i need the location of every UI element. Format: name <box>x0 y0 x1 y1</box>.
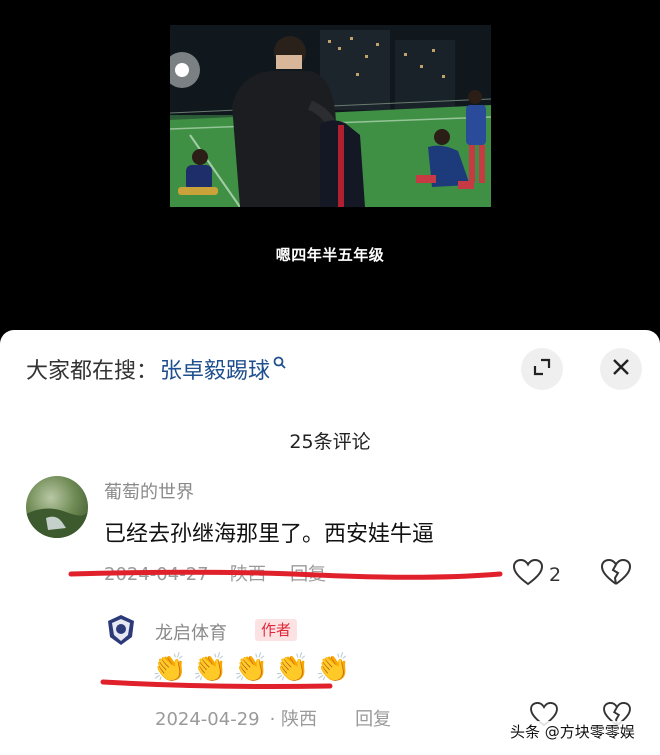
expand-icon <box>531 356 553 382</box>
reply-username[interactable]: 龙启体育 <box>155 619 227 645</box>
heart-icon <box>512 558 544 590</box>
search-icon[interactable] <box>273 354 286 373</box>
close-button[interactable] <box>600 348 642 390</box>
reply-reply-button[interactable]: 回复 <box>355 709 391 730</box>
video-scene <box>170 25 491 207</box>
trending-search-prefix: 大家都在搜： <box>26 359 159 384</box>
video-frame[interactable] <box>170 25 491 207</box>
dislike-button[interactable] <box>600 558 632 590</box>
trending-search-link[interactable]: 张卓毅踢球 <box>160 353 270 385</box>
close-icon <box>611 357 631 381</box>
red-underline-annotation <box>68 569 503 580</box>
comment-username[interactable]: 葡萄的世界 <box>104 478 194 504</box>
watermark: 头条 @方块零零娱 <box>506 721 639 742</box>
club-logo <box>108 615 134 645</box>
broken-heart-icon <box>600 558 632 590</box>
video-subtitle: 嗯四年半五年级 <box>275 246 385 264</box>
author-avatar[interactable] <box>103 612 139 648</box>
avatar-image <box>26 508 88 538</box>
comment-count-title: 25条评论 <box>289 431 371 453</box>
red-underline-annotation <box>100 679 333 689</box>
reply-date: 2024-04-29 <box>155 709 260 730</box>
expand-button[interactable] <box>521 348 563 390</box>
reply-location: · 陕西 <box>269 709 318 730</box>
comments-panel: 大家都在搜： 张卓毅踢球 25条评论 葡萄的世界 已经去孙继海那里了。西安娃牛逼… <box>0 330 660 755</box>
comment-text: 已经去孙继海那里了。西安娃牛逼 <box>104 522 435 547</box>
avatar[interactable] <box>26 476 88 538</box>
like-button[interactable]: 2 <box>512 558 562 590</box>
like-count: 2 <box>549 563 562 586</box>
reply-meta: 2024-04-29 · 陕西 回复 <box>155 705 401 731</box>
author-badge: 作者 <box>255 619 298 641</box>
trending-search[interactable]: 大家都在搜： 张卓毅踢球 <box>26 352 286 386</box>
video-area[interactable]: 嗯四年半五年级 <box>0 0 660 330</box>
